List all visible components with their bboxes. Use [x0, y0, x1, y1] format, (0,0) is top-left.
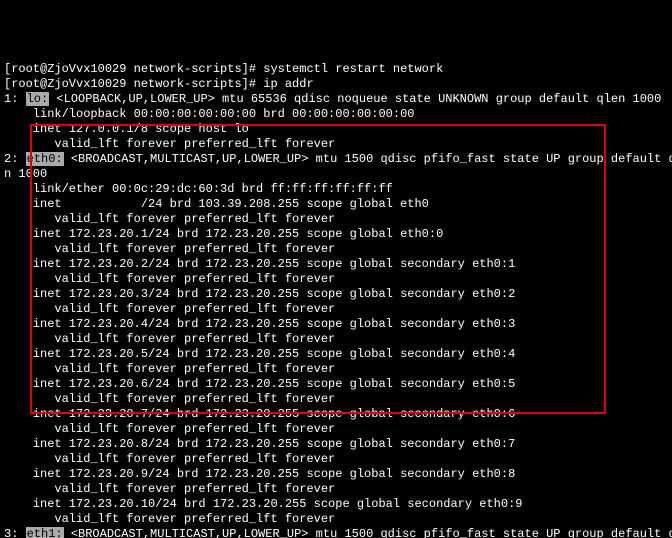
iface-lo-inet: inet 127.0.0.1/8 scope host lo — [4, 122, 668, 137]
command-line: [root@ZjoVvx10029 network-scripts]# syst… — [4, 62, 668, 77]
vip-valid: valid_lft forever preferred_lft forever — [4, 362, 668, 377]
vip-inet: inet 172.23.20.10/24 brd 172.23.20.255 s… — [4, 497, 668, 512]
iface-eth0-inet: inet /24 brd 103.39.208.255 scope global… — [4, 197, 668, 212]
vip-inet: inet 172.23.20.3/24 brd 172.23.20.255 sc… — [4, 287, 668, 302]
iface-lo-valid: valid_lft forever preferred_lft forever — [4, 137, 668, 152]
command-line: [root@ZjoVvx10029 network-scripts]# ip a… — [4, 77, 668, 92]
vip-inet: inet 172.23.20.7/24 brd 172.23.20.255 sc… — [4, 407, 668, 422]
vip-inet: inet 172.23.20.5/24 brd 172.23.20.255 sc… — [4, 347, 668, 362]
vip-valid: valid_lft forever preferred_lft forever — [4, 242, 668, 257]
iface-lo-header: 1: lo: <LOOPBACK,UP,LOWER_UP> mtu 65536 … — [4, 92, 668, 107]
vip-valid: valid_lft forever preferred_lft forever — [4, 332, 668, 347]
redacted-ip — [69, 198, 141, 210]
vip-inet: inet 172.23.20.4/24 brd 172.23.20.255 sc… — [4, 317, 668, 332]
vip-inet: inet 172.23.20.9/24 brd 172.23.20.255 sc… — [4, 467, 668, 482]
vip-valid: valid_lft forever preferred_lft forever — [4, 512, 668, 527]
vip-inet: inet 172.23.20.8/24 brd 172.23.20.255 sc… — [4, 437, 668, 452]
vip-valid: valid_lft forever preferred_lft forever — [4, 482, 668, 497]
iface-lo-link: link/loopback 00:00:00:00:00:00 brd 00:0… — [4, 107, 668, 122]
vip-inet: inet 172.23.20.1/24 brd 172.23.20.255 sc… — [4, 227, 668, 242]
vip-valid: valid_lft forever preferred_lft forever — [4, 392, 668, 407]
vip-inet: inet 172.23.20.2/24 brd 172.23.20.255 sc… — [4, 257, 668, 272]
iface-eth0-valid: valid_lft forever preferred_lft forever — [4, 212, 668, 227]
vip-valid: valid_lft forever preferred_lft forever — [4, 452, 668, 467]
iface-eth0-header-cont: n 1000 — [4, 167, 668, 182]
vip-valid: valid_lft forever preferred_lft forever — [4, 302, 668, 317]
vip-inet: inet 172.23.20.6/24 brd 172.23.20.255 sc… — [4, 377, 668, 392]
vip-valid: valid_lft forever preferred_lft forever — [4, 272, 668, 287]
terminal-output[interactable]: [root@ZjoVvx10029 network-scripts]# syst… — [4, 62, 668, 538]
iface-eth1-header: 3: eth1: <BROADCAST,MULTICAST,UP,LOWER_U… — [4, 527, 668, 538]
vip-valid: valid_lft forever preferred_lft forever — [4, 422, 668, 437]
iface-eth0-link: link/ether 00:0c:29:dc:60:3d brd ff:ff:f… — [4, 182, 668, 197]
iface-eth0-header: 2: eth0: <BROADCAST,MULTICAST,UP,LOWER_U… — [4, 152, 668, 167]
